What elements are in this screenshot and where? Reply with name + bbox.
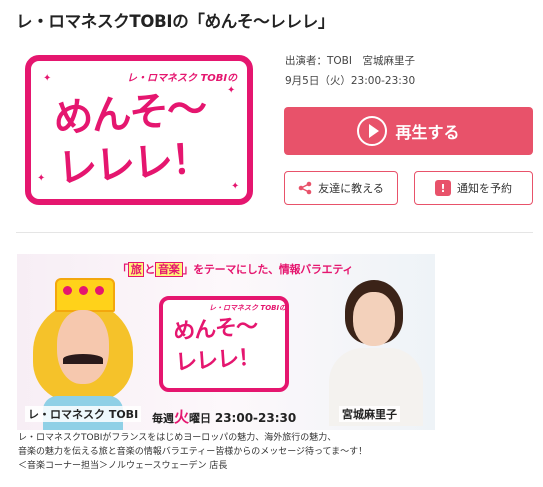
sparkle-icon: ✦ — [227, 85, 236, 96]
play-button[interactable]: 再生する — [284, 107, 533, 155]
performers-text: 出演者：TOBI 宮城麻里子 — [285, 55, 415, 67]
banner-logo-line2: レレレ！ — [174, 345, 260, 376]
notify-label: 通知を予約 — [457, 182, 512, 195]
tagline-word-travel: 旅 — [127, 262, 145, 277]
face — [57, 310, 109, 384]
banner-schedule: 毎週火曜日 23:00-23:30 — [152, 406, 296, 427]
banner-tagline: 「旅と音楽 」をテーマにした、情報バラエティ — [117, 261, 353, 277]
program-description: レ・ロマネスクTOBIがフランスをはじめヨーロッパの魅力、海外旅行の魅力、 音楽… — [18, 431, 367, 473]
host-miyagi-photo — [323, 276, 431, 426]
logo-frame: レ・ロマネスク TOBIの めんそ～ レレレ！ ✦ ✦ ✦ ✦ — [25, 55, 253, 205]
mustache — [63, 354, 103, 364]
sparkle-icon: ✦ — [43, 73, 52, 84]
schedule-day: 火 — [174, 408, 190, 426]
banner-logo: レ・ロマネスク TOBIの めんそ～ レレレ！ — [159, 296, 289, 392]
host1-caption: レ・ロマネスク TOBI — [25, 406, 142, 422]
schedule-youbi: 曜日 — [189, 412, 212, 425]
sparkle-icon: ✦ — [231, 181, 240, 192]
tagline-open: 「 — [117, 263, 128, 276]
description-line: ＜音楽コーナー担当＞ノルウェースウェーデン 店長 — [18, 461, 228, 471]
program-logo: レ・ロマネスク TOBIの めんそ～ レレレ！ ✦ ✦ ✦ ✦ — [17, 51, 265, 210]
divider — [16, 232, 533, 233]
host-tobi-photo — [21, 278, 133, 430]
schedule-time: 23:00-23:30 — [214, 411, 297, 425]
sparkle-icon: ✦ — [37, 173, 46, 184]
host2-caption: 宮城麻里子 — [339, 406, 400, 422]
schedule-text: 9月5日（火）23:00-23:30 — [285, 75, 416, 87]
tagline-rest: 」をテーマにした、情報バラエティ — [182, 263, 354, 276]
description-line: レ・ロマネスクTOBIがフランスをはじめヨーロッパの魅力、海外旅行の魅力、 — [18, 433, 337, 443]
play-circle-icon — [357, 116, 388, 146]
notify-button[interactable]: ! 通知を予約 — [414, 171, 533, 205]
jewel — [63, 286, 72, 295]
logo-line2: レレレ！ — [55, 135, 211, 193]
bell-alert-icon: ! — [435, 180, 451, 196]
tagline-and: と — [144, 263, 156, 276]
jewel — [95, 286, 104, 295]
play-label: 再生する — [395, 123, 460, 142]
schedule-weekly: 毎週 — [152, 412, 174, 425]
program-banner: 「旅と音楽 」をテーマにした、情報バラエティ レ・ロマネスク TOBI レ・ロマネ… — [17, 254, 435, 430]
share-button[interactable]: 友達に教える — [284, 171, 398, 205]
share-icon — [298, 181, 312, 195]
jewel — [79, 286, 88, 295]
share-label: 友達に教える — [318, 182, 384, 195]
crown — [55, 278, 115, 312]
page-title: レ・ロマネスクTOBIの「めんそ～レレレ」 — [16, 12, 335, 31]
description-line: 音楽の魅力を伝える旅と音楽の情報バラエティー皆様からのメッセージ待ってま～す！ — [18, 447, 368, 457]
tagline-word-music: 音楽 — [155, 262, 183, 277]
face — [353, 292, 395, 346]
